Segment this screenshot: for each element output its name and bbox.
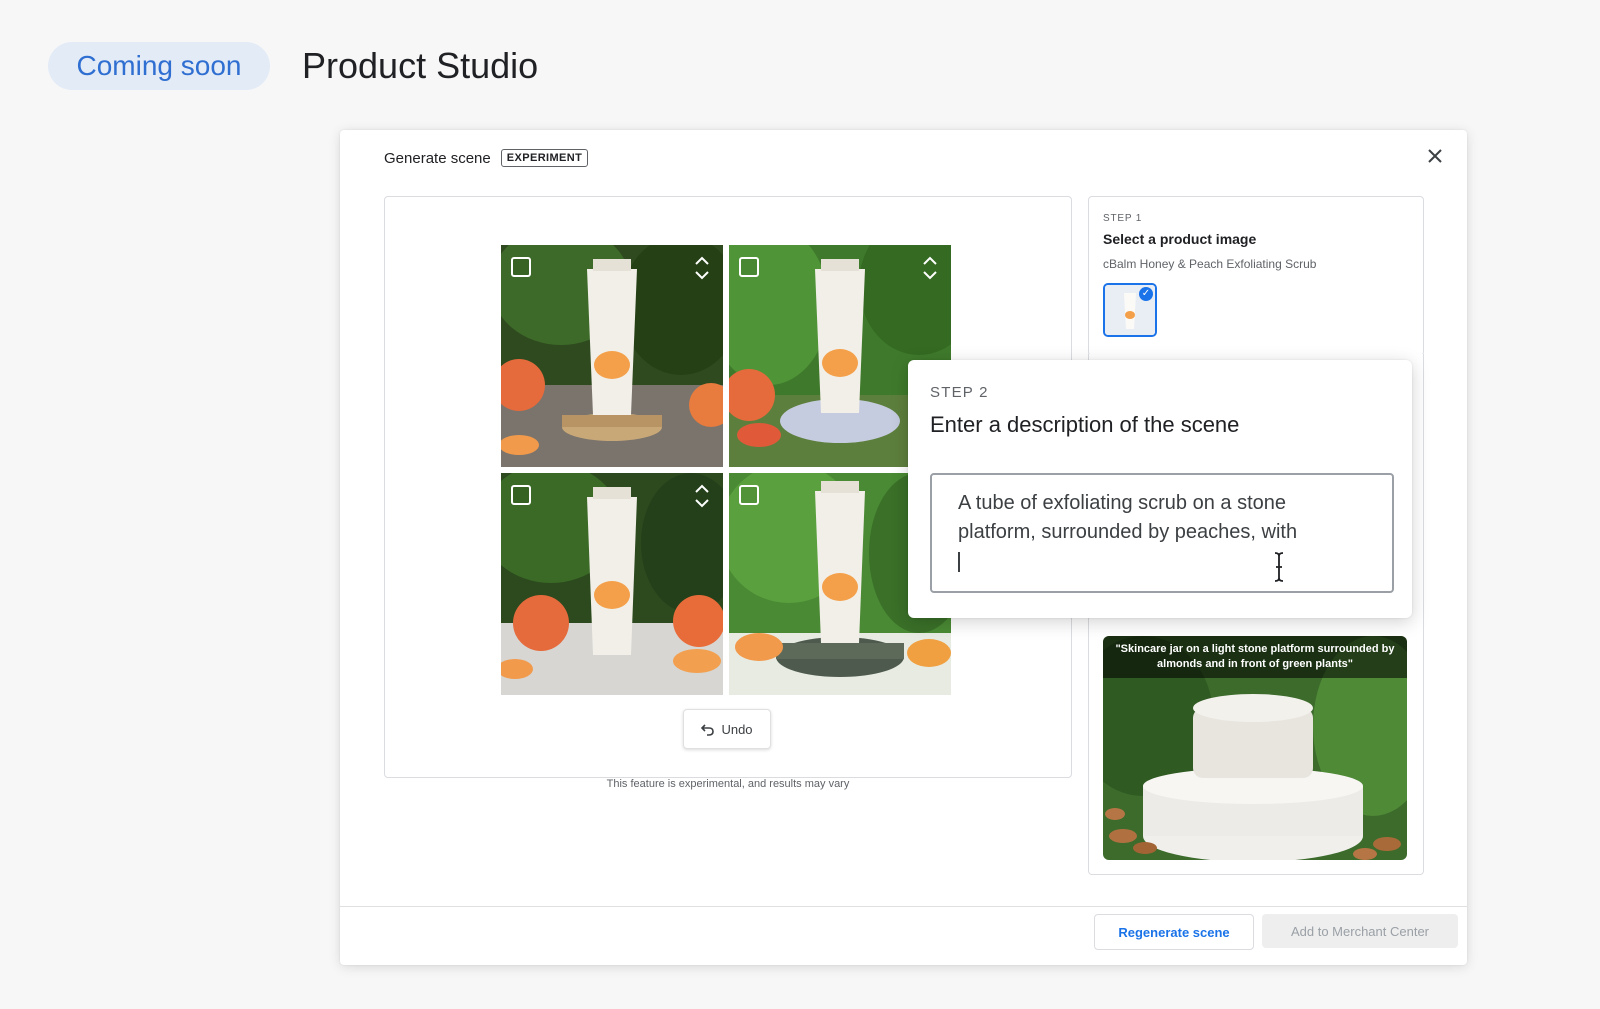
scene-image [501,245,723,467]
text-caret [958,551,960,572]
scene-tile[interactable] [501,473,723,695]
select-checkbox[interactable] [511,485,531,505]
coming-soon-badge: Coming soon [48,42,270,90]
step2-label: STEP 2 [930,384,989,401]
scene-description-value: A tube of exfoliating scrub on a stone p… [958,492,1298,543]
scene-description-input[interactable]: A tube of exfoliating scrub on a stone p… [930,473,1394,593]
expand-icon[interactable] [921,255,939,281]
scene-image [501,473,723,695]
coming-soon-label: Coming soon [76,50,242,81]
expand-icon[interactable] [693,255,711,281]
example-caption: "Skincare jar on a light stone platform … [1103,636,1407,678]
undo-button[interactable]: Undo [683,709,771,749]
add-to-merchant-center-button[interactable]: Add to Merchant Center [1262,914,1458,948]
undo-icon [701,724,715,736]
scene-grid [501,245,955,695]
step1-title: Select a product image [1103,231,1257,247]
scene-description-text: A tube of exfoliating scrub on a stone p… [958,489,1348,576]
regenerate-scene-button[interactable]: Regenerate scene [1094,914,1254,950]
experimental-disclaimer: This feature is experimental, and result… [606,778,850,790]
page-title: Product Studio [302,45,539,86]
select-checkbox[interactable] [739,257,759,277]
step1-card: STEP 1 Select a product image cBalm Hone… [1088,196,1424,356]
product-thumbnail[interactable]: ✓ [1103,283,1157,337]
dialog-title: Generate scene [384,149,491,167]
step2-title: Enter a description of the scene [930,412,1240,437]
close-icon [1428,149,1442,163]
close-button[interactable] [1421,142,1449,170]
scene-tile[interactable] [501,245,723,467]
dialog-header: Generate scene EXPERIMENT [384,146,589,170]
select-checkbox[interactable] [511,257,531,277]
expand-icon[interactable] [693,483,711,509]
step2-card: STEP 2 Enter a description of the scene … [908,360,1412,618]
check-icon: ✓ [1139,287,1153,301]
undo-label: Undo [721,721,753,737]
step1-label: STEP 1 [1103,213,1143,224]
footer-divider [340,906,1467,907]
experiment-badge: EXPERIMENT [500,149,589,167]
selected-product-name: cBalm Honey & Peach Exfoliating Scrub [1103,257,1317,271]
generate-scene-dialog: Generate scene EXPERIMENT Undo This feat… [340,130,1467,965]
select-checkbox[interactable] [739,485,759,505]
example-scene: "Skincare jar on a light stone platform … [1103,636,1407,860]
text-cursor-icon [1274,552,1284,582]
